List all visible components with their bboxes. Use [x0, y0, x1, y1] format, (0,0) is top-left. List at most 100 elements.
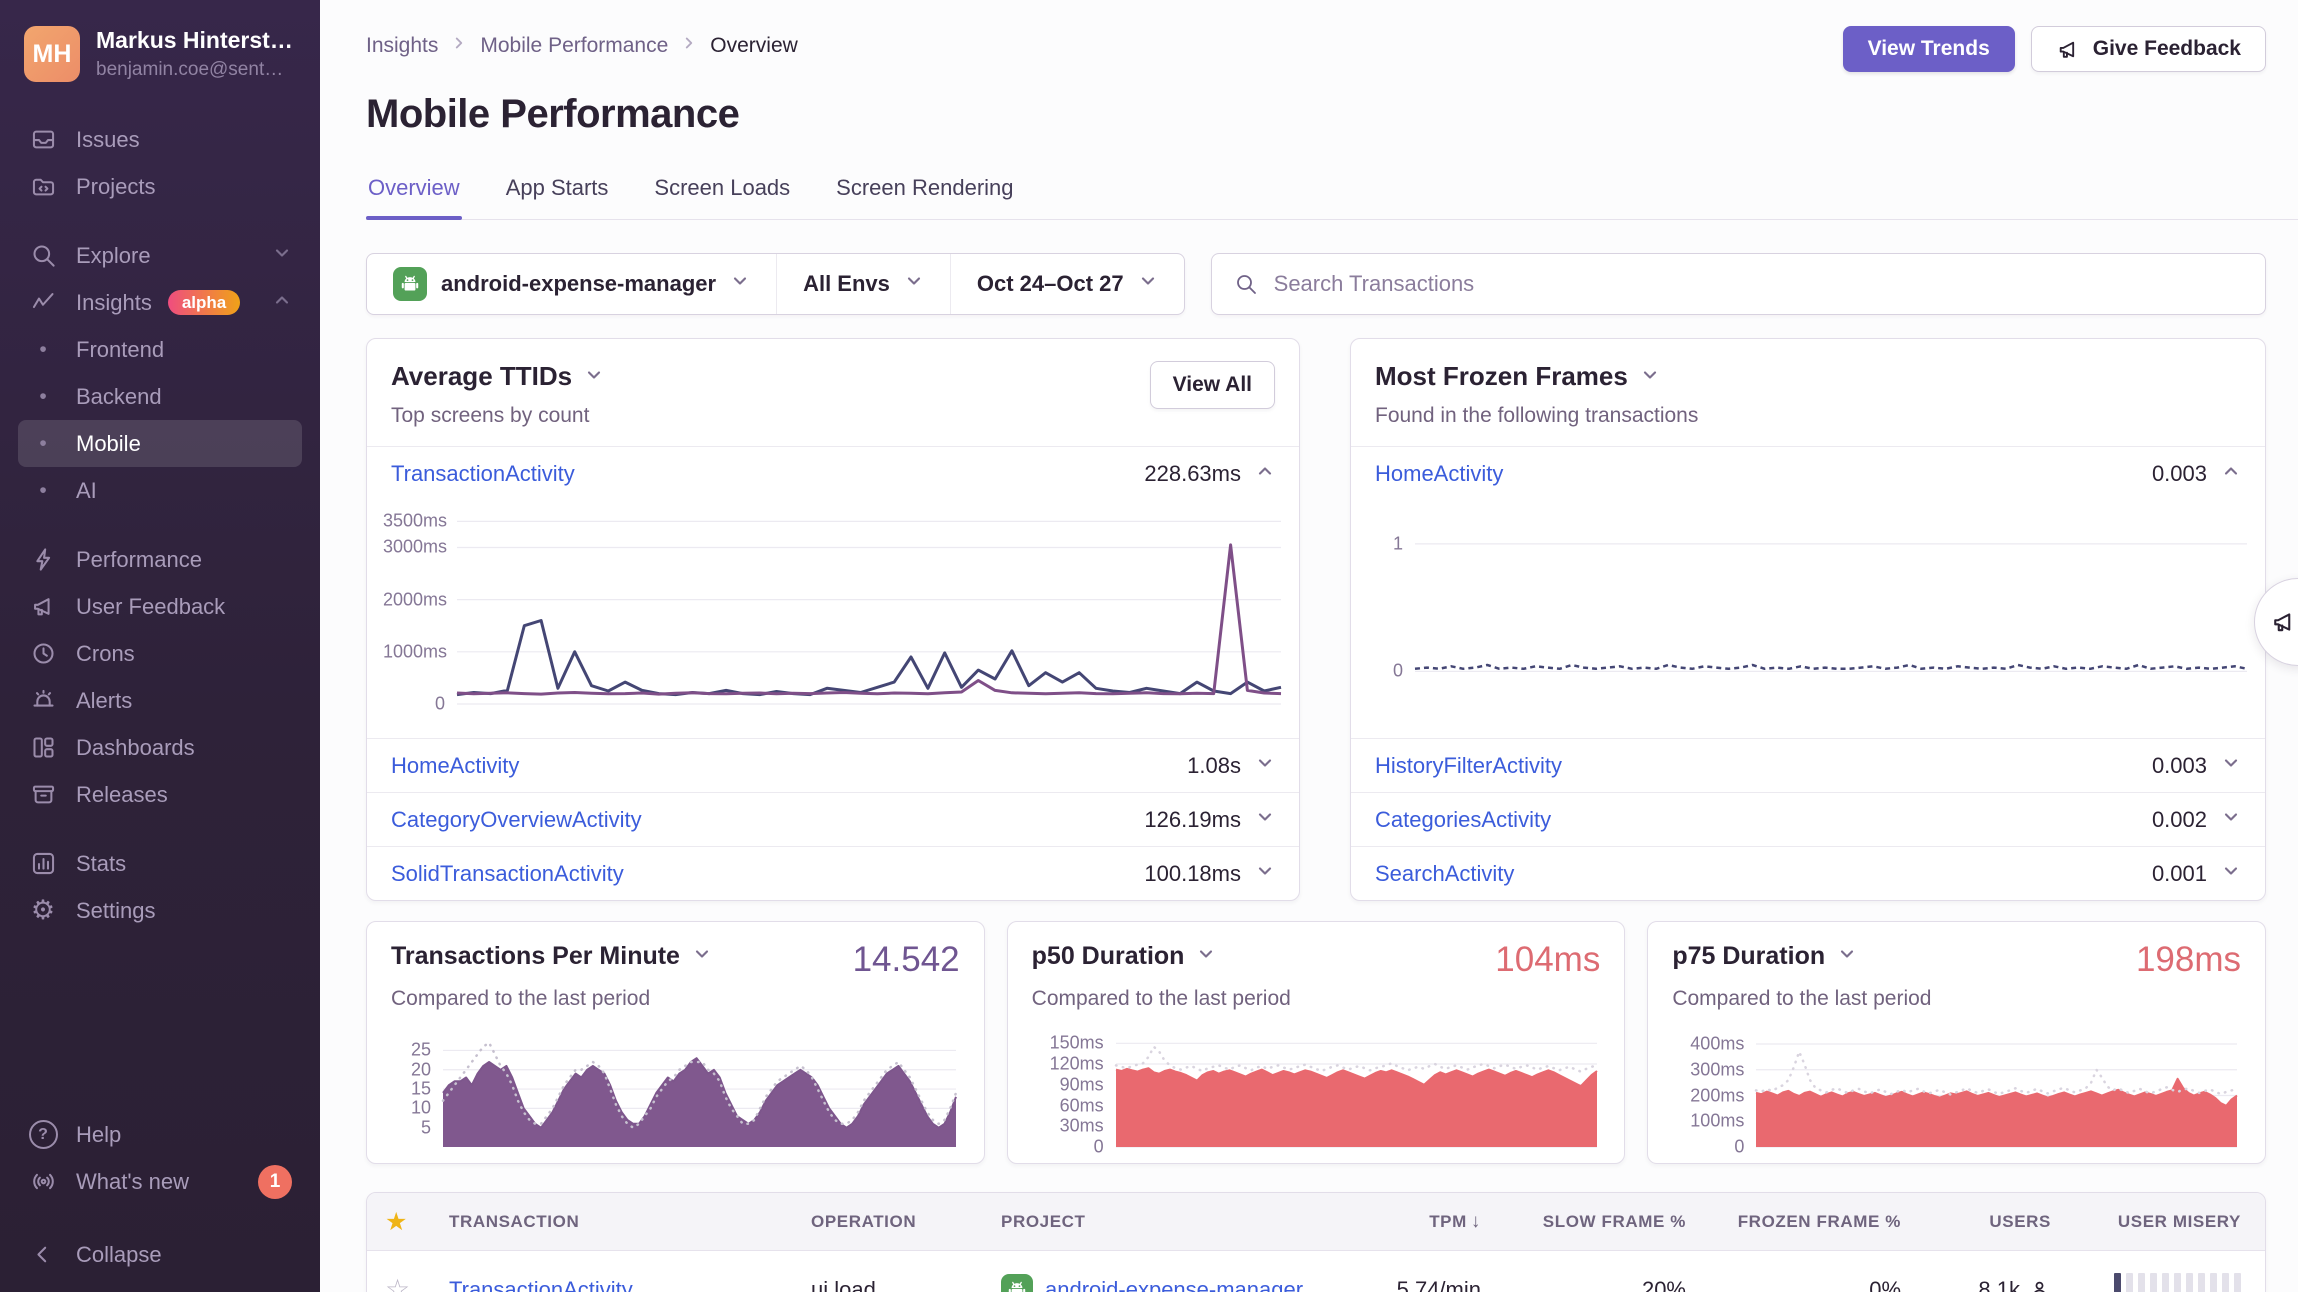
search-box	[1211, 253, 2266, 315]
view-trends-button[interactable]: View Trends	[1843, 26, 2015, 72]
chevron-right-icon	[450, 34, 468, 58]
sidebar-item-alerts[interactable]: Alerts	[18, 677, 302, 724]
date-range-filter-value: Oct 24–Oct 27	[977, 271, 1124, 297]
col-transaction[interactable]: TRANSACTION	[449, 1212, 811, 1232]
sidebar-item-performance[interactable]: Performance	[18, 536, 302, 583]
breadcrumb-mobile-performance[interactable]: Mobile Performance	[480, 34, 668, 58]
tpm-cell: 5.74/min	[1331, 1277, 1481, 1292]
chevron-up-icon	[1255, 461, 1275, 487]
transaction-link[interactable]: TransactionActivity	[391, 461, 575, 487]
ttid-row[interactable]: SolidTransactionActivity 100.18ms	[367, 846, 1299, 900]
sidebar-item-projects[interactable]: Projects	[18, 163, 302, 210]
ttid-row-value: 228.63ms	[1144, 461, 1241, 487]
sidebar-item-mobile[interactable]: • Mobile	[18, 420, 302, 467]
frozen-frames-title-dropdown[interactable]: Most Frozen Frames	[1375, 361, 1698, 392]
table-row: ☆ TransactionActivity ui.load android-ex…	[367, 1251, 2265, 1292]
stat-title-label: p75 Duration	[1672, 942, 1825, 971]
nav-group-gap	[18, 514, 302, 536]
transaction-link[interactable]: SolidTransactionActivity	[391, 861, 624, 887]
project-link[interactable]: android-expense-manager	[1045, 1277, 1303, 1292]
chevron-right-icon	[680, 34, 698, 58]
transaction-link[interactable]: TransactionActivity	[449, 1277, 633, 1292]
transaction-link[interactable]: HomeActivity	[1375, 461, 1503, 487]
chevron-down-icon	[1640, 361, 1660, 392]
stat-subtitle: Compared to the last period	[1032, 987, 1601, 1011]
col-operation[interactable]: OPERATION	[811, 1212, 1001, 1232]
sidebar-item-user-feedback[interactable]: User Feedback	[18, 583, 302, 630]
chevron-down-icon	[692, 942, 712, 971]
col-user-misery[interactable]: USER MISERY	[2051, 1212, 2241, 1232]
sidebar-item-releases[interactable]: Releases	[18, 771, 302, 818]
users-cell: 8.1k	[1901, 1277, 2051, 1292]
project-filter[interactable]: android-expense-manager	[367, 254, 776, 314]
avg-ttids-title-dropdown[interactable]: Average TTIDs	[391, 361, 604, 392]
tab-screen-loads[interactable]: Screen Loads	[652, 175, 792, 219]
col-slow-frame[interactable]: SLOW FRAME %	[1481, 1212, 1686, 1232]
sidebar-item-label: Alerts	[76, 688, 132, 714]
user-menu[interactable]: MH Markus Hinterst… benjamin.coe@sent…	[0, 26, 320, 82]
sidebar-collapse-button[interactable]: Collapse	[18, 1231, 302, 1278]
transaction-link[interactable]: CategoryOverviewActivity	[391, 807, 642, 833]
issues-icon	[28, 126, 58, 153]
star-outline-icon[interactable]: ☆	[385, 1273, 449, 1292]
sidebar-item-frontend[interactable]: • Frontend	[18, 326, 302, 373]
sidebar-item-backend[interactable]: • Backend	[18, 373, 302, 420]
col-tpm[interactable]: TPM↓	[1331, 1211, 1481, 1233]
sidebar-item-whats-new[interactable]: What's new 1	[18, 1158, 302, 1205]
tpm-title-dropdown[interactable]: Transactions Per Minute	[391, 942, 712, 971]
chevron-down-icon	[1138, 271, 1158, 297]
transaction-link[interactable]: SearchActivity	[1375, 861, 1514, 887]
tab-screen-rendering[interactable]: Screen Rendering	[834, 175, 1015, 219]
col-project[interactable]: PROJECT	[1001, 1212, 1331, 1232]
nav-group-gap	[18, 818, 302, 840]
frozen-row[interactable]: HistoryFilterActivity 0.003	[1351, 738, 2265, 792]
bar-chart-icon	[28, 850, 58, 877]
col-frozen-frame[interactable]: FROZEN FRAME %	[1686, 1212, 1901, 1232]
user-misery-bar	[2051, 1273, 2241, 1292]
tab-bar: Overview App Starts Screen Loads Screen …	[366, 175, 2298, 220]
sidebar-item-dashboards[interactable]: Dashboards	[18, 724, 302, 771]
p50-title-dropdown[interactable]: p50 Duration	[1032, 942, 1217, 971]
star-filled-icon[interactable]: ★	[385, 1207, 449, 1237]
archive-box-icon	[28, 781, 58, 808]
chevron-down-icon	[2221, 753, 2241, 779]
environment-filter[interactable]: All Envs	[776, 254, 950, 314]
sidebar-item-explore[interactable]: Explore	[18, 232, 302, 279]
sidebar-footer: ? Help What's new 1 Collapse	[0, 1111, 320, 1278]
col-users[interactable]: USERS	[1901, 1212, 2051, 1232]
transaction-link[interactable]: HomeActivity	[391, 753, 519, 779]
transaction-link[interactable]: HistoryFilterActivity	[1375, 753, 1562, 779]
sidebar-item-ai[interactable]: • AI	[18, 467, 302, 514]
tab-overview[interactable]: Overview	[366, 175, 462, 219]
main-area: Insights Mobile Performance Overview Vie…	[320, 0, 2298, 1292]
col-tpm-label: TPM	[1429, 1212, 1467, 1231]
stat-subtitle: Compared to the last period	[391, 987, 960, 1011]
p75-title-dropdown[interactable]: p75 Duration	[1672, 942, 1857, 971]
sidebar-item-crons[interactable]: Crons	[18, 630, 302, 677]
frozen-row[interactable]: SearchActivity 0.001	[1351, 846, 2265, 900]
insights-icon	[28, 289, 58, 316]
sidebar-item-issues[interactable]: Issues	[18, 116, 302, 163]
frozen-row[interactable]: CategoriesActivity 0.002	[1351, 792, 2265, 846]
sidebar-item-help[interactable]: ? Help	[18, 1111, 302, 1158]
projects-icon	[28, 173, 58, 200]
card-subtitle: Found in the following transactions	[1375, 404, 1698, 428]
search-transactions-input[interactable]	[1272, 270, 2243, 298]
sidebar-item-stats[interactable]: Stats	[18, 840, 302, 887]
give-feedback-button[interactable]: Give Feedback	[2031, 26, 2266, 72]
ttid-row[interactable]: HomeActivity 1.08s	[367, 738, 1299, 792]
ttid-row-expanded[interactable]: TransactionActivity 228.63ms	[367, 446, 1299, 500]
ttid-row-value: 126.19ms	[1144, 807, 1241, 833]
frozen-row-expanded[interactable]: HomeActivity 0.003	[1351, 446, 2265, 500]
date-range-filter[interactable]: Oct 24–Oct 27	[950, 254, 1184, 314]
sidebar-item-insights[interactable]: Insights alpha	[18, 279, 302, 326]
alpha-badge: alpha	[168, 290, 240, 315]
tab-app-starts[interactable]: App Starts	[504, 175, 611, 219]
p75-chart: 400ms300ms200ms100ms0	[1672, 1027, 2241, 1159]
breadcrumb-insights[interactable]: Insights	[366, 34, 438, 58]
ttid-row[interactable]: CategoryOverviewActivity 126.19ms	[367, 792, 1299, 846]
chevron-down-icon	[1255, 807, 1275, 833]
view-all-button[interactable]: View All	[1150, 361, 1275, 409]
transaction-link[interactable]: CategoriesActivity	[1375, 807, 1551, 833]
sidebar-item-settings[interactable]: ⚙ Settings	[18, 887, 302, 934]
